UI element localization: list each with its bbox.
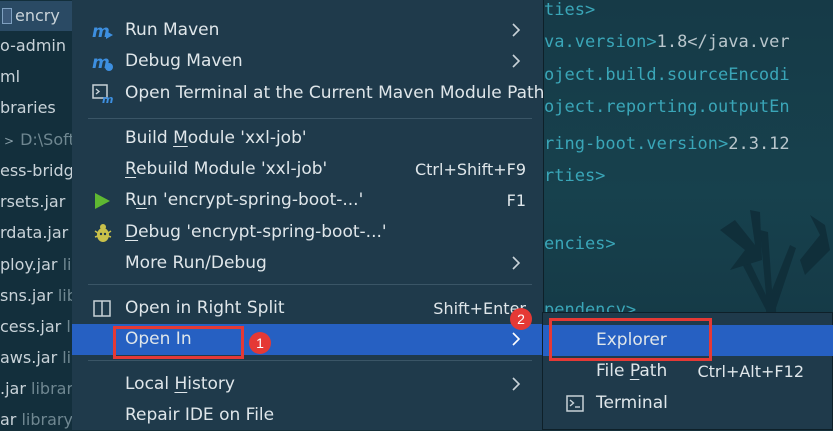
- debug-bug-icon: [94, 224, 112, 242]
- tree-item[interactable]: aws.jar li: [0, 343, 71, 373]
- tree-item-label: .jar: [0, 379, 26, 398]
- tree-item-label: cess.jar: [0, 317, 62, 336]
- tree-item[interactable]: ml: [0, 62, 20, 92]
- menu-item-build-module[interactable]: Build Module 'xxl-job': [72, 123, 544, 154]
- run-icon: [95, 193, 110, 209]
- chevron-right-icon: [512, 256, 521, 270]
- menu-item-open-terminal-maven[interactable]: m Open Terminal at the Current Maven Mod…: [72, 78, 544, 109]
- submenu-item-shortcut: Ctrl+Alt+F12: [697, 362, 804, 381]
- tree-item[interactable]: ar library: [0, 405, 72, 430]
- maven-debug-icon: m: [92, 53, 113, 72]
- submenu-item-label: Terminal: [596, 393, 668, 413]
- split-view-icon: [93, 300, 111, 317]
- chevron-right-icon: [512, 332, 521, 346]
- menu-item-rebuild-module[interactable]: Rebuild Module 'xxl-job' Ctrl+Shift+F9: [72, 154, 544, 185]
- tree-item-label: rsets.jar: [0, 192, 66, 211]
- menu-item-run-config[interactable]: Run 'encrypt-spring-boot-...' F1: [72, 185, 544, 216]
- code-line: ring-boot.version>2.3.12: [544, 134, 790, 154]
- annotation-box-explorer: [549, 318, 712, 361]
- code-line: rties>: [544, 166, 606, 186]
- submenu-item-terminal[interactable]: Terminal: [543, 388, 833, 419]
- menu-item-label: Open Terminal at the Current Maven Modul…: [125, 83, 545, 103]
- menu-item-more-run-debug[interactable]: More Run/Debug: [72, 248, 544, 279]
- tree-item[interactable]: o-admin: [0, 31, 66, 61]
- menu-item-label: Run 'encrypt-spring-boot-...': [125, 190, 364, 210]
- tree-item-extra: library: [21, 410, 72, 429]
- tree-item-extra: librar: [31, 379, 72, 398]
- tree-item-label: encry: [15, 6, 60, 25]
- code-line: encies>: [544, 234, 616, 254]
- menu-item-label: Rebuild Module 'xxl-job': [125, 159, 328, 179]
- code-line: oject.reporting.outputEn: [544, 97, 790, 117]
- tree-item[interactable]: > D:\Soft: [0, 125, 72, 155]
- menu-item-shortcut: Ctrl+Shift+F9: [414, 160, 526, 179]
- menu-item-label: Run Maven: [125, 20, 220, 40]
- svg-text:m: m: [102, 93, 113, 104]
- tree-item[interactable]: braries: [0, 93, 56, 123]
- tree-item-label: ml: [0, 67, 21, 86]
- tree-item-label: sns.jar: [0, 286, 53, 305]
- tree-item[interactable]: ess-bridg: [0, 156, 72, 186]
- tree-item[interactable]: .jar librar: [0, 374, 72, 404]
- menu-separator: [88, 360, 532, 361]
- tree-item-extra: li: [62, 255, 72, 274]
- tree-item-label: ess-bridg: [0, 161, 72, 180]
- tree-item-label: aws.jar: [0, 348, 58, 367]
- tree-item-label: ploy.jar: [0, 255, 58, 274]
- tree-item-label: o-admin: [0, 36, 66, 55]
- code-line: va.version>1.8</java.ver: [544, 32, 790, 52]
- terminal-icon: [566, 395, 584, 412]
- tree-item-extra: li: [62, 348, 72, 367]
- tree-item[interactable]: encry: [0, 1, 72, 31]
- menu-separator: [88, 284, 532, 285]
- chevron-right-icon[interactable]: >: [4, 134, 14, 148]
- tree-item[interactable]: sns.jar lib: [0, 281, 72, 311]
- menu-item-label: Repair IDE on File: [125, 405, 275, 425]
- menu-item-run-maven[interactable]: m Run Maven: [72, 15, 544, 46]
- menu-item-label: Local History: [125, 374, 235, 394]
- tree-item[interactable]: ploy.jar li: [0, 250, 71, 280]
- terminal-maven-icon: m: [92, 84, 113, 104]
- menu-item-open-right-split[interactable]: Open in Right Split Shift+Enter: [72, 293, 544, 324]
- menu-separator: [88, 118, 532, 119]
- chevron-right-icon: [512, 377, 521, 391]
- chevron-right-icon: [512, 23, 521, 37]
- tree-item[interactable]: cess.jar lib: [0, 312, 72, 342]
- tree-item-extra: lib: [57, 286, 72, 305]
- tree-item-label: braries: [0, 98, 56, 117]
- code-line: oject.build.sourceEncodi: [544, 65, 790, 85]
- maven-run-icon: m: [92, 22, 113, 41]
- menu-item-repair-ide[interactable]: Repair IDE on File: [72, 400, 544, 431]
- menu-item-debug-config[interactable]: Debug 'encrypt-spring-boot-...': [72, 217, 544, 248]
- project-tree-panel: encry o-admin ml braries > D:\Soft ess-br…: [0, 0, 72, 430]
- tree-item-label: ar: [0, 410, 17, 429]
- chevron-right-icon: [512, 54, 521, 68]
- menu-item-debug-maven[interactable]: m Debug Maven: [72, 46, 544, 77]
- menu-item-shortcut: F1: [506, 191, 526, 210]
- tree-item[interactable]: rdata.jar: [0, 218, 68, 248]
- tree-item-label: rdata.jar: [0, 223, 69, 242]
- tree-item[interactable]: rsets.jar: [0, 187, 65, 217]
- annotation-box-open-in: [113, 326, 244, 359]
- module-icon: [2, 8, 12, 24]
- menu-item-local-history[interactable]: Local History: [72, 369, 544, 400]
- annotation-badge: 1: [249, 332, 271, 354]
- menu-item-label: Debug Maven: [125, 51, 243, 71]
- code-line: ties>: [544, 0, 596, 20]
- menu-item-label: More Run/Debug: [125, 253, 267, 273]
- annotation-badge: 2: [510, 308, 532, 330]
- tree-item-label: D:\Soft: [20, 130, 72, 149]
- menu-item-label: Debug 'encrypt-spring-boot-...': [125, 222, 387, 242]
- context-menu: m Run Maven m Debug Maven m Open Termina…: [72, 0, 544, 430]
- menu-item-label: Build Module 'xxl-job': [125, 128, 307, 148]
- menu-item-label: Open in Right Split: [125, 298, 285, 318]
